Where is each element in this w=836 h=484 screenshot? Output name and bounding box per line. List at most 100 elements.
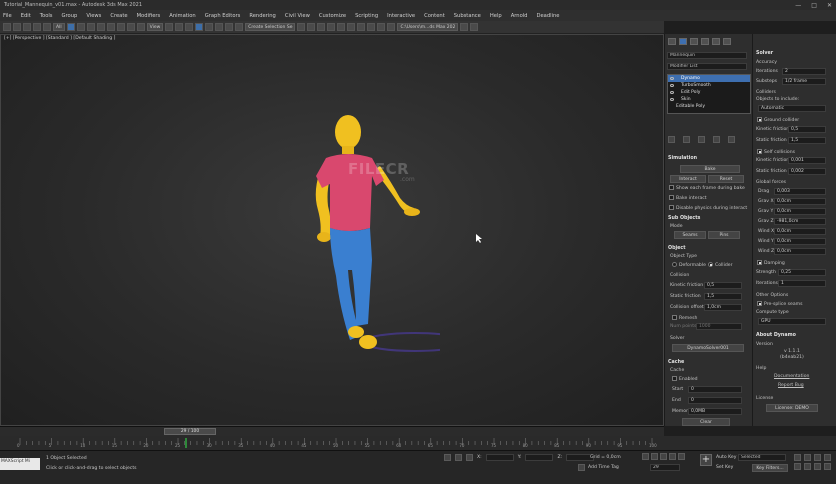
reference-coordinate-dropdown[interactable]: View [146, 23, 164, 31]
strength-spinner[interactable]: 0,25 [778, 269, 826, 276]
maximize-button[interactable]: □ [811, 2, 817, 9]
license-button[interactable]: License: DEMO [766, 404, 818, 412]
substeps-dropdown[interactable]: 1/2 frame [782, 78, 826, 85]
undo-icon[interactable] [3, 23, 11, 31]
project-path-dropdown[interactable]: C:\Users\m...ds Max 202 [397, 23, 459, 31]
configure-modifier-sets-icon[interactable] [728, 136, 735, 143]
grav-x-spinner[interactable]: 0,0cm [774, 198, 826, 205]
grav-z-spinner[interactable]: -981,0cm [774, 218, 826, 225]
pre-splice-option[interactable]: Pre-splice seams [757, 301, 803, 307]
damping-option[interactable]: Damping [757, 260, 785, 266]
compute-type-dropdown[interactable]: GPU [758, 318, 826, 325]
transform-mode-icon[interactable] [466, 454, 473, 461]
maxscript-listener[interactable]: MAXScript Mi [0, 458, 40, 470]
lock-icon[interactable] [455, 454, 462, 461]
go-to-start-icon[interactable] [642, 453, 649, 460]
pins-button[interactable]: Pins [708, 231, 740, 239]
snaps-toggle-icon[interactable] [195, 23, 204, 31]
stack-item-editable-poly[interactable]: Editable Poly [668, 103, 750, 110]
bind-icon[interactable] [43, 23, 51, 31]
iterations-spinner[interactable]: 2 [782, 68, 826, 75]
time-slider-track[interactable] [0, 426, 664, 436]
cache-rollout-title[interactable]: Cache [668, 360, 684, 365]
scene-explorer-icon[interactable] [327, 23, 336, 31]
rendered-frame-icon[interactable] [377, 23, 386, 31]
wind-y-spinner[interactable]: 0,0cm [774, 238, 826, 245]
angle-snap-icon[interactable] [205, 23, 214, 31]
add-time-tag-button[interactable]: Add Time Tag [588, 465, 619, 470]
create-tab-icon[interactable] [668, 37, 676, 45]
keyboard-shortcut-icon[interactable] [185, 23, 194, 31]
x-coordinate-field[interactable] [485, 454, 514, 461]
percent-snap-icon[interactable] [215, 23, 224, 31]
menu-edit[interactable]: Edit [21, 13, 31, 19]
ground-collider-option[interactable]: Ground collider [757, 117, 799, 123]
scale-icon[interactable] [126, 23, 135, 31]
mannequin-figure[interactable] [300, 110, 440, 360]
solver-pick-button[interactable]: DynamoSolver001 [672, 344, 744, 352]
objects-include-dropdown[interactable]: Automatic [758, 105, 826, 112]
remove-modifier-icon[interactable] [713, 136, 720, 143]
close-button[interactable]: ✕ [827, 2, 832, 9]
reset-button[interactable]: Reset [708, 175, 744, 183]
curve-editor-icon[interactable] [337, 23, 346, 31]
documentation-link[interactable]: Documentation [774, 374, 809, 379]
layer-icon[interactable] [317, 23, 326, 31]
menu-substance[interactable]: Substance [454, 13, 481, 19]
select-manipulate-icon[interactable] [175, 23, 184, 31]
unlink-icon[interactable] [33, 23, 41, 31]
selection-filter-dropdown[interactable]: All [53, 23, 65, 31]
collision-offset-spinner[interactable]: 1,0cm [704, 304, 742, 311]
cache-enabled-option[interactable]: Enabled [672, 376, 698, 382]
static-friction-spinner[interactable]: 1,5 [704, 293, 742, 300]
menu-create[interactable]: Create [110, 13, 127, 19]
move-icon[interactable] [106, 23, 115, 31]
deformable-radio[interactable]: Deformable [672, 262, 706, 268]
pan-icon[interactable] [804, 463, 811, 470]
pin-stack-icon[interactable] [668, 136, 675, 143]
object-name-field[interactable]: Mannequin [667, 52, 747, 59]
ground-static-spinner[interactable]: 1,5 [788, 137, 826, 144]
set-key-button[interactable]: Set Key [716, 465, 733, 470]
menu-animation[interactable]: Animation [169, 13, 195, 19]
window-crossing-icon[interactable] [96, 23, 105, 31]
named-selection-dropdown[interactable]: Create Selection Se [245, 23, 296, 31]
place-icon[interactable] [136, 23, 145, 31]
self-collisions-checkbox[interactable] [757, 149, 762, 154]
menu-interactive[interactable]: Interactive [387, 13, 415, 19]
cache-start-spinner[interactable]: 0 [688, 386, 742, 393]
menu-customize[interactable]: Customize [319, 13, 346, 19]
auto-key-button[interactable]: Auto Key [716, 455, 736, 460]
drag-spinner[interactable]: 0,003 [774, 188, 826, 195]
hierarchy-tab-icon[interactable] [690, 37, 698, 45]
menu-deadline[interactable]: Deadline [536, 13, 559, 19]
report-bug-link[interactable]: Report Bug [778, 383, 804, 388]
menu-modifiers[interactable]: Modifiers [137, 13, 161, 19]
bake-button[interactable]: Bake [680, 165, 740, 173]
workspace-icon[interactable] [470, 23, 479, 31]
object-rollout-title[interactable]: Object [668, 246, 686, 251]
menu-civil-view[interactable]: Civil View [285, 13, 310, 19]
stack-item-skin[interactable]: Skin [668, 96, 750, 103]
key-filters-button[interactable]: Key Filters... [752, 464, 788, 472]
field-of-view-icon[interactable] [794, 463, 801, 470]
current-frame-field[interactable]: 29 [650, 464, 680, 471]
time-slider[interactable]: 29 / 100 [164, 428, 216, 435]
modify-tab-icon[interactable] [679, 37, 687, 45]
cache-enabled-checkbox[interactable] [672, 376, 677, 381]
pivot-icon[interactable] [165, 23, 174, 31]
key-selection-dropdown[interactable]: Selected [738, 454, 786, 461]
about-rollout-title[interactable]: About Dynamo [756, 333, 796, 338]
make-unique-icon[interactable] [698, 136, 705, 143]
self-static-spinner[interactable]: 0,002 [788, 168, 826, 175]
ground-kinetic-spinner[interactable]: 0,5 [788, 126, 826, 133]
menu-scripting[interactable]: Scripting [355, 13, 378, 19]
mirror-icon[interactable] [297, 23, 306, 31]
bake-interact-option[interactable]: Bake interact [669, 195, 707, 201]
go-to-end-icon[interactable] [678, 453, 685, 460]
set-key-plus-icon[interactable]: + [700, 454, 712, 466]
rotate-icon[interactable] [116, 23, 125, 31]
sub-objects-rollout-title[interactable]: Sub Objects [668, 216, 700, 221]
seams-button[interactable]: Seams [674, 231, 706, 239]
display-tab-icon[interactable] [712, 37, 720, 45]
